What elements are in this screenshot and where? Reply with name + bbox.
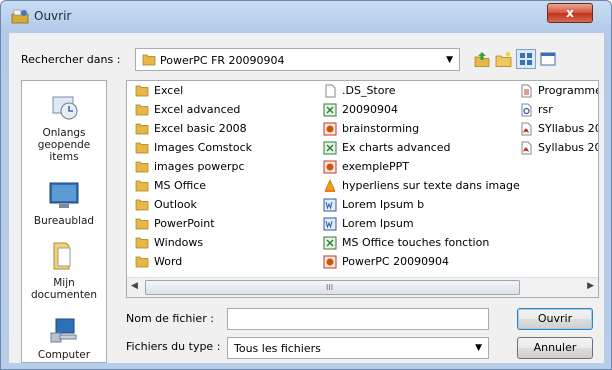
file-name: 20090904 — [342, 103, 398, 116]
file-name: hyperliens sur texte dans image — [342, 179, 520, 192]
powerpoint-file-icon — [323, 122, 337, 136]
place-label: Onlangs geopende items — [37, 127, 91, 163]
powerpoint-file-icon — [323, 255, 337, 269]
place-label: Computer — [37, 349, 91, 361]
filetype-value: Tous les fichiers — [234, 342, 321, 355]
details-view-icon[interactable] — [538, 49, 558, 69]
place-my-documents[interactable]: Mijn documenten — [22, 239, 106, 301]
title-bar[interactable]: Ouvrir x — [1, 1, 611, 31]
file-name: PowerPoint — [154, 217, 215, 230]
folder-icon — [135, 218, 149, 230]
scroll-grip: III — [326, 283, 334, 292]
file-name: rsr — [538, 103, 553, 116]
pdf-file-icon — [521, 122, 532, 136]
folder-icon — [135, 237, 149, 249]
scroll-right-icon[interactable]: ▶ — [587, 281, 594, 291]
open-button[interactable]: Ouvrir — [517, 308, 593, 330]
my-documents-icon — [53, 242, 71, 270]
folder-icon — [135, 161, 149, 173]
scroll-thumb[interactable]: III — [145, 280, 520, 295]
view-menu-icon — [520, 53, 532, 65]
scroll-left-icon[interactable]: ◀ — [131, 281, 138, 291]
excel-file-icon — [323, 236, 337, 250]
horizontal-scrollbar[interactable]: ◀ III ▶ — [127, 277, 598, 297]
file-name: Outlook — [154, 198, 197, 211]
file-name: Windows — [154, 236, 204, 249]
file-name: .DS_Store — [342, 84, 396, 97]
word-file-icon — [323, 217, 337, 231]
document-file-icon — [521, 84, 532, 98]
powerpoint-file-icon — [323, 160, 337, 174]
folder-icon — [135, 85, 149, 97]
file-name: Word — [154, 255, 183, 268]
open-dialog: Ouvrir x Rechercher dans : PowerPC FR 20… — [0, 0, 612, 370]
open-folder-icon — [11, 9, 29, 24]
file-name: MS Office — [154, 179, 207, 192]
word-file-icon — [323, 198, 337, 212]
file-name: images powerpc — [154, 160, 245, 173]
filename-input[interactable] — [227, 308, 489, 330]
file-name: Programme — [538, 84, 599, 97]
file-name: exemplePPT — [342, 160, 410, 173]
pdf-file-icon — [521, 141, 532, 155]
places-bar: Onlangs geopende items Bureaublad Mijn d… — [21, 80, 107, 363]
place-desktop[interactable]: Bureaublad — [22, 181, 106, 227]
place-label: Bureaublad — [33, 215, 95, 227]
folder-icon — [135, 104, 149, 116]
folder-icon — [142, 54, 156, 66]
place-label: Mijn documenten — [30, 277, 98, 301]
file-name: MS Office touches fonction — [342, 236, 490, 249]
computer-icon — [50, 318, 77, 343]
vlc-file-icon — [324, 179, 336, 192]
filename-label: Nom de fichier : — [126, 312, 214, 325]
file-name: Lorem Ipsum b — [342, 198, 425, 211]
chevron-down-icon[interactable]: ▼ — [446, 55, 453, 65]
window-title: Ouvrir — [34, 9, 72, 23]
look-in-combo[interactable]: PowerPC FR 20090904 ▼ — [135, 48, 460, 71]
file-name: Ex charts advanced — [342, 141, 451, 154]
file-name: Excel basic 2008 — [154, 122, 247, 135]
new-folder-icon[interactable] — [494, 49, 514, 69]
filetype-label: Fichiers du type : — [126, 340, 221, 353]
close-button[interactable]: x — [547, 3, 593, 23]
chevron-down-icon[interactable]: ▼ — [475, 343, 482, 353]
view-menu-button[interactable] — [516, 49, 536, 69]
up-folder-icon[interactable] — [472, 49, 492, 69]
file-name: PowerPC 20090904 — [342, 255, 450, 268]
folder-icon — [135, 123, 149, 135]
folder-icon — [135, 180, 149, 192]
file-list[interactable]: Excel Excel advanced Excel basic 2008 Image… — [126, 80, 599, 298]
file-name: Excel — [154, 84, 184, 97]
file-name: Images Comstock — [154, 141, 252, 154]
excel-file-icon — [323, 103, 337, 117]
look-in-label: Rechercher dans : — [21, 53, 121, 66]
file-name: SYllabus 20 — [538, 122, 599, 135]
recent-items-icon — [52, 96, 78, 120]
desktop-icon — [49, 182, 79, 208]
excel-file-icon — [323, 141, 337, 155]
file-name: brainstorming — [342, 122, 420, 135]
folder-icon — [135, 199, 149, 211]
folder-icon — [135, 142, 149, 154]
dialog-client: Rechercher dans : PowerPC FR 20090904 ▼ — [9, 33, 604, 363]
place-recent-items[interactable]: Onlangs geopende items — [22, 91, 106, 163]
blank-file-icon — [325, 84, 336, 98]
file-name: Lorem Ipsum — [342, 217, 414, 230]
cancel-button[interactable]: Annuler — [517, 337, 593, 359]
file-name: Syllabus 20 — [538, 141, 599, 154]
place-computer[interactable]: Computer — [22, 317, 106, 361]
file-name: Excel advanced — [154, 103, 241, 116]
filetype-combo[interactable]: Tous les fichiers ▼ — [227, 337, 489, 359]
folder-icon — [135, 256, 149, 268]
look-in-value: PowerPC FR 20090904 — [160, 54, 285, 67]
settings-file-icon — [521, 103, 532, 117]
